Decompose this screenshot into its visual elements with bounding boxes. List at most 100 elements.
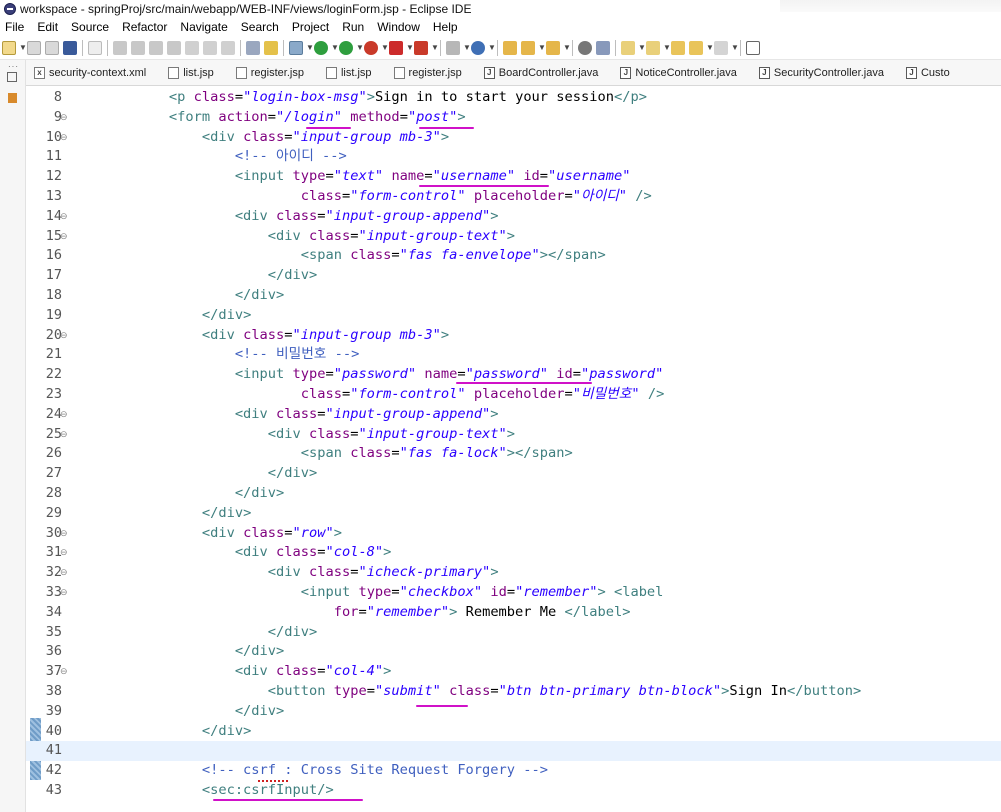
dropdown-arrow-icon[interactable]: ▼ — [488, 41, 496, 55]
code-line[interactable]: 23 class="form-control" placeholder="비밀번… — [26, 385, 1001, 405]
fold-toggle-icon[interactable]: ⊖ — [60, 563, 68, 583]
menu-search[interactable]: Search — [241, 20, 279, 34]
fold-toggle-icon[interactable]: ⊖ — [60, 326, 68, 346]
dropdown-arrow-icon[interactable]: ▼ — [663, 41, 671, 55]
code-line[interactable]: 8 <p class="login-box-msg">Sign in to st… — [26, 88, 1001, 108]
tab-list-jsp[interactable]: list.jsp — [168, 60, 214, 85]
console-icon[interactable] — [63, 41, 77, 55]
fold-toggle-icon[interactable]: ⊖ — [60, 207, 68, 227]
dropdown-arrow-icon[interactable]: ▼ — [463, 41, 471, 55]
code-line[interactable]: 24 ⊖ <div class="input-group-append"> — [26, 405, 1001, 425]
resume-icon[interactable] — [113, 41, 127, 55]
fold-toggle-icon[interactable]: ⊖ — [60, 425, 68, 445]
menu-edit[interactable]: Edit — [37, 20, 58, 34]
dropdown-arrow-icon[interactable]: ▼ — [563, 41, 571, 55]
menu-run[interactable]: Run — [342, 20, 364, 34]
code-line[interactable]: 11 <!-- 아이디 --> — [26, 147, 1001, 167]
server-stop-icon[interactable] — [389, 41, 403, 55]
code-line[interactable]: 29 </div> — [26, 504, 1001, 524]
open-task-icon[interactable] — [521, 41, 535, 55]
new-class-icon[interactable] — [471, 41, 485, 55]
external-tools-icon[interactable] — [364, 41, 378, 55]
debug-icon[interactable] — [289, 41, 303, 55]
fold-toggle-icon[interactable]: ⊖ — [60, 108, 68, 128]
dropdown-arrow-icon[interactable]: ▼ — [331, 41, 339, 55]
code-line[interactable]: 33 ⊖ <input type="checkbox" id="remember"… — [26, 583, 1001, 603]
save-icon[interactable] — [27, 41, 41, 55]
open-folder-icon[interactable] — [546, 41, 560, 55]
code-line[interactable]: 31 ⊖ <div class="col-8"> — [26, 543, 1001, 563]
tab-security-context[interactable]: x security-context.xml — [34, 60, 146, 85]
forward-icon[interactable] — [714, 41, 728, 55]
disconnect-icon[interactable] — [167, 41, 181, 55]
tab-notice-controller[interactable]: J NoticeController.java — [620, 60, 737, 85]
code-line[interactable]: 19 </div> — [26, 306, 1001, 326]
code-line[interactable]: 28 </div> — [26, 484, 1001, 504]
server-icon[interactable] — [414, 41, 428, 55]
code-line[interactable]: 14 ⊖ <div class="input-group-append"> — [26, 207, 1001, 227]
dropdown-arrow-icon[interactable]: ▼ — [638, 41, 646, 55]
open-type-icon[interactable] — [503, 41, 517, 55]
code-line[interactable]: 13 class="form-control" placeholder="아이디… — [26, 187, 1001, 207]
back-icon[interactable] — [689, 41, 703, 55]
fold-toggle-icon[interactable]: ⊖ — [60, 128, 68, 148]
skip-breakpoints-icon[interactable] — [88, 41, 102, 55]
fold-toggle-icon[interactable]: ⊖ — [60, 227, 68, 247]
save-all-icon[interactable] — [45, 41, 59, 55]
fold-toggle-icon[interactable]: ⊖ — [60, 583, 68, 603]
code-line[interactable]: 9 ⊖ <form action="/login" method="post"> — [26, 108, 1001, 128]
tab-register-jsp[interactable]: register.jsp — [235, 60, 304, 85]
step-return-icon[interactable] — [221, 41, 235, 55]
fold-toggle-icon[interactable]: ⊖ — [60, 543, 68, 563]
suspend-icon[interactable] — [131, 41, 145, 55]
step-into-icon[interactable] — [185, 41, 199, 55]
dropdown-arrow-icon[interactable]: ▼ — [706, 41, 714, 55]
tab-custom[interactable]: J Custo — [905, 60, 950, 85]
tab-register-jsp-2[interactable]: register.jsp — [393, 60, 462, 85]
menu-project[interactable]: Project — [292, 20, 329, 34]
menu-file[interactable]: File — [5, 20, 24, 34]
code-line[interactable]: 16 <span class="fas fa-envelope"></span> — [26, 246, 1001, 266]
code-line[interactable]: 34 for="remember"> Remember Me </label> — [26, 603, 1001, 623]
restore-view-icon[interactable] — [7, 72, 17, 82]
run-icon[interactable] — [314, 41, 328, 55]
code-line[interactable]: 27 </div> — [26, 464, 1001, 484]
last-edit-location-icon[interactable] — [671, 41, 685, 55]
code-line[interactable]: 30 ⊖ <div class="row"> — [26, 524, 1001, 544]
tab-list-jsp-2[interactable]: list.jsp — [325, 60, 372, 85]
package-explorer-icon[interactable] — [8, 93, 17, 103]
open-perspective-icon[interactable] — [746, 41, 760, 55]
code-line[interactable]: 15 ⊖ <div class="input-group-text"> — [26, 227, 1001, 247]
code-line[interactable]: 10 ⊖ <div class="input-group mb-3"> — [26, 128, 1001, 148]
code-line[interactable]: 21 <!-- 비밀번호 --> — [26, 345, 1001, 365]
dropdown-arrow-icon[interactable]: ▼ — [538, 41, 546, 55]
search-icon[interactable] — [596, 41, 610, 55]
terminate-icon[interactable] — [149, 41, 163, 55]
code-line[interactable]: 36 </div> — [26, 642, 1001, 662]
new-wizard-icon[interactable] — [446, 41, 460, 55]
dropdown-arrow-icon[interactable]: ▼ — [306, 41, 314, 55]
fold-toggle-icon[interactable]: ⊖ — [60, 405, 68, 425]
code-line[interactable]: 20 ⊖ <div class="input-group mb-3"> — [26, 326, 1001, 346]
use-step-filters-icon[interactable] — [264, 41, 278, 55]
dropdown-arrow-icon[interactable]: ▼ — [381, 41, 389, 55]
code-editor[interactable]: 8 <p class="login-box-msg">Sign in to st… — [26, 86, 1001, 812]
dropdown-arrow-icon[interactable]: ▼ — [356, 41, 364, 55]
step-over-icon[interactable] — [203, 41, 217, 55]
code-line[interactable]: 26 <span class="fas fa-lock"></span> — [26, 444, 1001, 464]
code-line[interactable]: 40 </div> — [26, 722, 1001, 742]
next-annotation-icon[interactable] — [621, 41, 635, 55]
dropdown-arrow-icon[interactable]: ▼ — [431, 41, 439, 55]
code-line[interactable]: 39 </div> — [26, 702, 1001, 722]
code-line[interactable]: 32 ⊖ <div class="icheck-primary"> — [26, 563, 1001, 583]
menu-source[interactable]: Source — [71, 20, 109, 34]
code-line[interactable]: 41 — [26, 741, 1001, 762]
dropdown-arrow-icon[interactable]: ▼ — [19, 41, 27, 55]
code-line[interactable]: 38 <button type="submit" class="btn btn-… — [26, 682, 1001, 702]
fold-toggle-icon[interactable]: ⊖ — [60, 662, 68, 682]
menu-navigate[interactable]: Navigate — [180, 20, 227, 34]
code-line[interactable]: 35 </div> — [26, 623, 1001, 643]
code-line[interactable]: 25 ⊖ <div class="input-group-text"> — [26, 425, 1001, 445]
menu-window[interactable]: Window — [377, 20, 420, 34]
tab-security-controller[interactable]: J SecurityController.java — [758, 60, 884, 85]
